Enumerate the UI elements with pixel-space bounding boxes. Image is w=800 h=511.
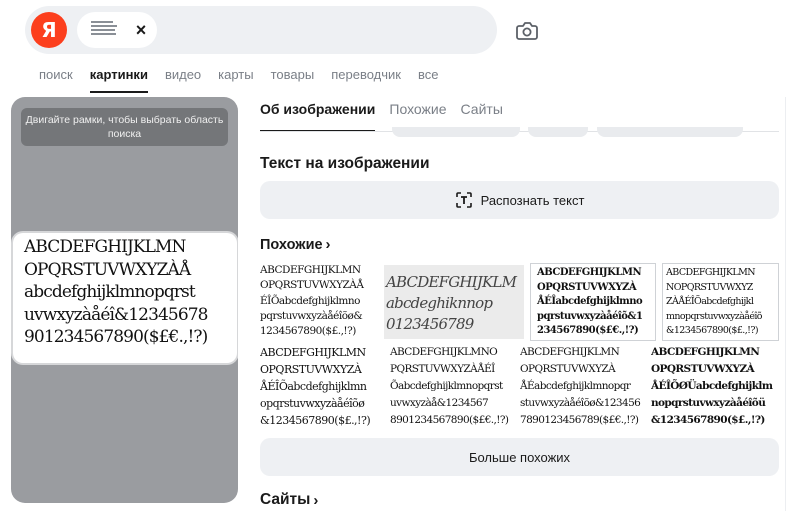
query-image-thumbnail — [91, 21, 117, 39]
tab-about-image[interactable]: Об изображении — [260, 101, 376, 132]
search-type-nav: поиск картинки видео карты товары перево… — [39, 67, 455, 93]
recognize-text-label: Распознать текст — [480, 192, 585, 208]
nav-item-video[interactable]: видео — [165, 67, 201, 93]
image-preview-panel: Двигайте рамки, чтобы выбрать область по… — [11, 97, 238, 503]
nav-item-images[interactable]: картинки — [89, 67, 148, 93]
similar-image-text: ABCDEFGHIJKLMN OPQRSTUVWXYZÀÅ ÉÎÕabcdefg… — [260, 264, 364, 338]
similar-image-text: ABCDEFGHIJKLMN NOPQRSTUVWXYZ ZÀÅÉÎÕabcde… — [666, 267, 763, 337]
sites-title: Сайты — [260, 491, 311, 508]
similar-image[interactable]: ABCDEFGHIJKLM abcdeghiknnop 0123456789 — [384, 265, 524, 339]
similar-image-text: ABCDEFGHIJKLMN OPQRSTUVWXYZÀ ÅÉÎÕØÜabcde… — [651, 346, 773, 426]
nav-item-maps[interactable]: карты — [218, 67, 253, 93]
close-icon[interactable]: × — [131, 19, 151, 41]
chevron-right-icon: › — [325, 236, 331, 253]
similar-image[interactable]: ABCDEFGHIJKLMN OPQRSTUVWXYZÀ ÅÉÎabcdefgh… — [530, 263, 656, 341]
selection-frame[interactable]: ABCDEFGHIJKLMN OPQRSTUVWXYZÀÅ abcdefghij… — [13, 233, 237, 363]
chevron-right-icon: › — [313, 491, 319, 509]
similar-image[interactable]: ABCDEFGHIJKLMN OPQRSTUVWXYZÀ ÅÉÎÕabcdefg… — [260, 344, 384, 430]
yandex-logo[interactable]: Я — [31, 12, 67, 48]
similar-image-text: ABCDEFGHIJKLMNO PQRSTUVWXYZÀÅÉÎ Õabcdefg… — [390, 346, 509, 426]
camera-search-icon[interactable] — [512, 16, 542, 46]
sites-section-link[interactable]: Сайты › — [260, 491, 318, 509]
similar-image[interactable]: ABCDEFGHIJKLMN OPQRSTUVWXYZÀ ÅÉabcdefghi… — [520, 344, 648, 430]
recognize-text-button[interactable]: Распознать текст — [260, 181, 779, 219]
scrolled-chip — [392, 127, 520, 137]
similar-image-text: ABCDEFGHIJKLMN OPQRSTUVWXYZÀ ÅÉabcdefghi… — [520, 346, 641, 426]
similar-image[interactable]: ABCDEFGHIJKLMN OPQRSTUVWXYZÀÅ ÉÎÕabcdefg… — [260, 262, 378, 342]
text-on-image-title: Текст на изображении — [260, 155, 430, 172]
similar-image-text: ABCDEFGHIJKLM abcdeghiknnop 0123456789 — [386, 273, 517, 333]
similar-image-text: ABCDEFGHIJKLMN OPQRSTUVWXYZÀ ÅÉÎabcdefgh… — [537, 267, 643, 337]
page: Я × поиск картинки видео карты товары пе… — [0, 0, 800, 511]
similar-title: Похожие — [260, 236, 323, 253]
selected-image-text: ABCDEFGHIJKLMN OPQRSTUVWXYZÀÅ abcdefghij… — [24, 237, 208, 347]
similar-section-link[interactable]: Похожие › — [260, 236, 331, 253]
nav-item-all[interactable]: все — [418, 67, 439, 93]
similar-image-text: ABCDEFGHIJKLMN OPQRSTUVWXYZÀ ÅÉÎÕabcdefg… — [260, 346, 371, 427]
image-query-chip[interactable]: × — [77, 12, 157, 48]
similar-image[interactable]: ABCDEFGHIJKLMN NOPQRSTUVWXYZ ZÀÅÉÎÕabcde… — [662, 263, 779, 341]
nav-item-products[interactable]: товары — [271, 67, 315, 93]
more-similar-button[interactable]: Больше похожих — [260, 438, 779, 476]
nav-item-search[interactable]: поиск — [39, 67, 73, 93]
similar-image[interactable]: ABCDEFGHIJKLMNO PQRSTUVWXYZÀÅÉÎ Õabcdefg… — [388, 344, 516, 430]
scrolled-chip — [528, 127, 588, 137]
scrollbar-track[interactable] — [785, 97, 786, 511]
scrolled-chip — [597, 127, 743, 137]
selection-hint: Двигайте рамки, чтобы выбрать область по… — [21, 108, 228, 146]
text-recognition-icon — [455, 192, 472, 208]
similar-image[interactable]: ABCDEFGHIJKLMN OPQRSTUVWXYZÀ ÅÉÎÕØÜabcde… — [651, 344, 779, 430]
nav-item-translator[interactable]: переводчик — [331, 67, 401, 93]
search-bar[interactable]: Я × — [25, 6, 497, 54]
